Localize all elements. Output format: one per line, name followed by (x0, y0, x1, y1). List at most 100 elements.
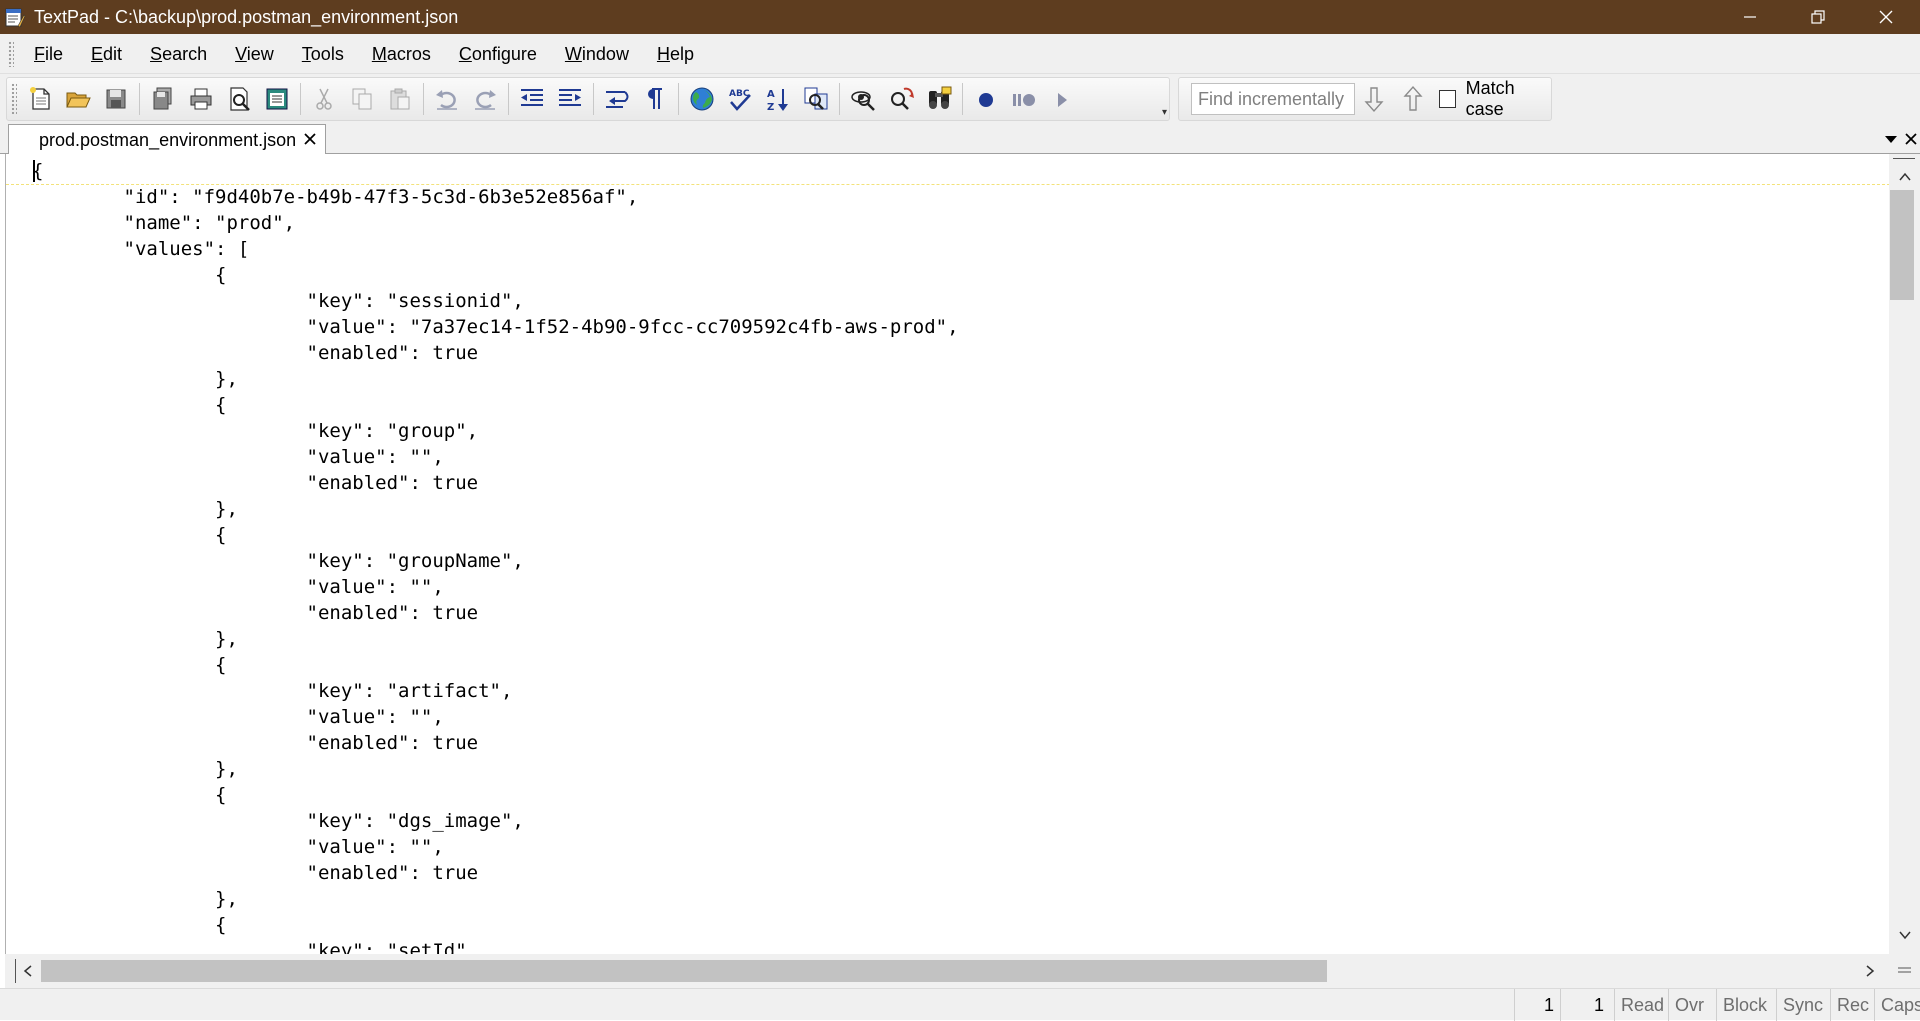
find-button[interactable] (844, 79, 882, 119)
editor-text[interactable]: { "id": "f9d40b7e-b49b-47f3-5c3d-6b3e52e… (32, 158, 959, 964)
vertical-scrollbar[interactable] (1889, 154, 1920, 954)
close-button[interactable] (1852, 0, 1920, 34)
new-document-button[interactable] (21, 79, 59, 119)
document-tab[interactable]: prod.postman_environment.json (8, 124, 326, 155)
tab-list-dropdown-icon[interactable] (1882, 130, 1900, 148)
sort-icon: AZ (767, 89, 788, 113)
toolbar-separator (962, 83, 963, 115)
menu-macros[interactable]: Macros (358, 34, 445, 74)
scroll-corner (1889, 954, 1920, 988)
sort-button[interactable]: AZ (759, 79, 797, 119)
status-overwrite-mode[interactable]: Ovr (1668, 989, 1716, 1021)
match-case-checkbox[interactable] (1438, 90, 1456, 108)
title-bar[interactable]: TextPad - C:\backup\prod.postman_environ… (0, 0, 1920, 34)
status-sync-mode[interactable]: Sync (1776, 989, 1830, 1021)
redo-button[interactable] (466, 79, 504, 119)
toolbar-separator (508, 83, 509, 115)
horizontal-split-handle[interactable] (15, 959, 18, 983)
find-down-button[interactable] (1355, 79, 1394, 119)
text-editor[interactable]: { "id": "f9d40b7e-b49b-47f3-5c3d-6b3e52e… (5, 154, 1890, 962)
new-document-icon (30, 87, 50, 110)
find-up-button[interactable] (1394, 79, 1433, 119)
status-bar: 1 1 Read Ovr Block Sync Rec Caps (0, 988, 1920, 1021)
print-preview-button[interactable] (220, 79, 258, 119)
status-record-mode[interactable]: Rec (1830, 989, 1874, 1021)
toolbar-grip-handle[interactable] (11, 83, 17, 115)
word-wrap-icon (606, 91, 629, 108)
save-all-button[interactable] (144, 79, 182, 119)
close-all-tabs-icon[interactable] (1902, 130, 1920, 148)
replace-icon (929, 86, 952, 109)
cut-button[interactable] (305, 79, 343, 119)
chevron-up-icon[interactable] (1896, 168, 1914, 186)
save-button[interactable] (97, 79, 135, 119)
decrease-indent-button[interactable] (513, 79, 551, 119)
menu-help[interactable]: Help (643, 34, 708, 74)
decrease-indent-icon (521, 89, 543, 106)
status-block-mode[interactable]: Block (1716, 989, 1776, 1021)
open-button[interactable] (59, 79, 97, 119)
minimize-button[interactable] (1716, 0, 1784, 34)
find-next-button[interactable] (882, 79, 920, 119)
copy-button[interactable] (343, 79, 381, 119)
restore-icon (1811, 10, 1825, 24)
vertical-split-handle[interactable] (1893, 158, 1915, 161)
status-read-mode[interactable]: Read (1614, 989, 1668, 1021)
close-icon (1879, 10, 1893, 24)
word-wrap-button[interactable] (598, 79, 636, 119)
chevron-right-icon[interactable] (1861, 962, 1879, 980)
toolbar-separator (300, 83, 301, 115)
play-macro-button[interactable] (1043, 79, 1081, 119)
replace-button[interactable] (920, 79, 958, 119)
play-macro-icon (1058, 93, 1067, 107)
print-icon (190, 88, 212, 110)
workspace-button[interactable] (258, 79, 296, 119)
horizontal-scroll-thumb[interactable] (41, 960, 1327, 982)
undo-button[interactable] (428, 79, 466, 119)
restore-button[interactable] (1784, 0, 1852, 34)
toolbar-separator (593, 83, 594, 115)
menu-window[interactable]: Window (551, 34, 643, 74)
menu-view[interactable]: View (221, 34, 288, 74)
open-folder-icon (66, 92, 91, 108)
compare-files-icon (804, 87, 828, 110)
menu-search[interactable]: Search (136, 34, 221, 74)
textpad-app-icon[interactable] (4, 6, 26, 28)
toolbar-overflow-chevron-icon[interactable]: ▾ (1162, 107, 1167, 118)
find-icon (851, 91, 875, 111)
menu-tools[interactable]: Tools (288, 34, 358, 74)
spelling-button[interactable]: ABC (721, 79, 759, 119)
close-icon[interactable] (301, 130, 319, 148)
status-caps-lock: Caps (1874, 989, 1920, 1021)
pause-macro-icon (1013, 94, 1035, 106)
svg-text:A: A (767, 89, 775, 100)
match-case-label: Match case (1465, 78, 1515, 119)
paste-button[interactable] (381, 79, 419, 119)
paste-icon (390, 88, 410, 110)
window-controls (1716, 0, 1920, 34)
horizontal-scrollbar[interactable] (5, 954, 1889, 988)
minimize-icon (1744, 16, 1756, 18)
increase-indent-icon (559, 89, 581, 106)
pause-macro-button[interactable] (1005, 79, 1043, 119)
document-tab-bar: prod.postman_environment.json (0, 124, 1920, 155)
vertical-scroll-thumb[interactable] (1890, 190, 1914, 300)
menu-file[interactable]: File (20, 34, 77, 74)
record-macro-button[interactable] (967, 79, 1005, 119)
menu-grip-handle[interactable] (8, 40, 14, 67)
toolbar-separator (139, 83, 140, 115)
menu-edit[interactable]: Edit (77, 34, 136, 74)
chevron-left-icon[interactable] (19, 962, 37, 980)
find-incrementally-input[interactable] (1191, 83, 1355, 115)
view-in-browser-button[interactable] (683, 79, 721, 119)
print-button[interactable] (182, 79, 220, 119)
standard-toolbar: ABC AZ ▾ (6, 77, 1170, 121)
chevron-down-icon[interactable] (1896, 926, 1914, 944)
arrow-down-icon (1364, 87, 1385, 113)
increase-indent-button[interactable] (551, 79, 589, 119)
compare-files-button[interactable] (797, 79, 835, 119)
cut-icon (316, 88, 332, 110)
menu-configure[interactable]: Configure (445, 34, 551, 74)
visible-spaces-button[interactable] (636, 79, 674, 119)
record-macro-icon (979, 93, 993, 107)
